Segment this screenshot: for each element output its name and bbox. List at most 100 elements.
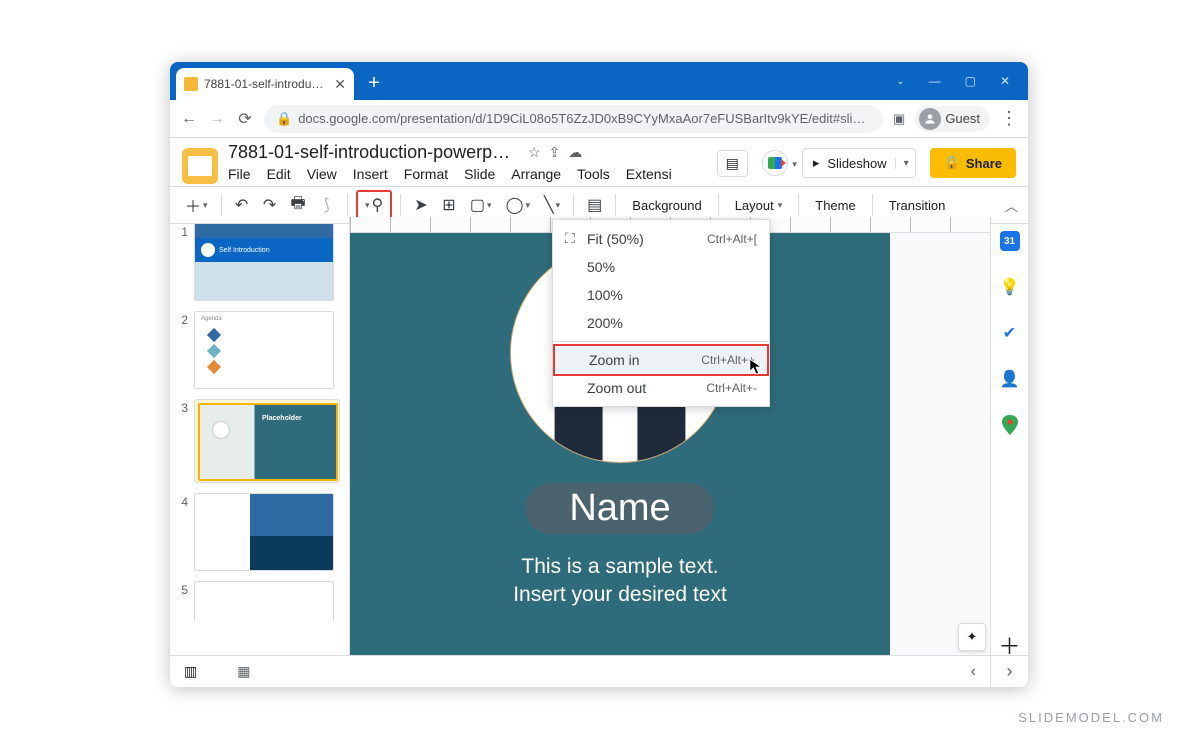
new-slide-button[interactable]: ＋ bbox=[180, 192, 213, 218]
zoom-menu-50[interactable]: 50% bbox=[553, 253, 769, 281]
menu-insert[interactable]: Insert bbox=[353, 166, 388, 182]
addons-button[interactable]: ＋ bbox=[1000, 635, 1020, 655]
zoom-menu-fit-label: Fit (50%) bbox=[587, 231, 644, 247]
window-close-button[interactable]: ✕ bbox=[1000, 74, 1010, 88]
line-button[interactable]: ╲ bbox=[539, 192, 565, 218]
document-title[interactable]: 7881-01-self-introduction-powerpoint... bbox=[228, 142, 518, 163]
image-button[interactable]: ▢ bbox=[465, 192, 497, 218]
add-comment-button[interactable]: ▤ bbox=[582, 192, 607, 218]
menu-extensions[interactable]: Extensi bbox=[626, 166, 672, 182]
contacts-icon[interactable]: 👤 bbox=[1000, 369, 1020, 389]
tasks-icon[interactable]: ✔ bbox=[1000, 323, 1020, 343]
zoom-button[interactable]: ⚲ bbox=[360, 192, 388, 218]
collapse-toolbar-icon[interactable]: ︿ bbox=[1005, 196, 1018, 215]
slide-thumbnail-4[interactable] bbox=[194, 493, 334, 571]
menu-tools[interactable]: Tools bbox=[577, 166, 610, 182]
slideshow-label: Slideshow bbox=[827, 156, 886, 171]
zoom-button-highlight: ⚲ bbox=[356, 190, 392, 220]
print-button[interactable]: 🖶 bbox=[286, 192, 311, 218]
sample-line-1: This is a sample text. bbox=[350, 553, 890, 581]
meet-button[interactable]: ▾ bbox=[762, 150, 788, 176]
zoom-menu-100[interactable]: 100% bbox=[553, 281, 769, 309]
tabsearch-button[interactable]: ⌄ bbox=[896, 76, 904, 87]
meet-icon bbox=[768, 157, 782, 169]
zoom-menu-fit[interactable]: ⛶ Fit (50%) Ctrl+Alt+[ bbox=[553, 224, 769, 253]
slide-thumbnail-1[interactable]: Self Introduction bbox=[194, 223, 334, 301]
zoom-menu-50-label: 50% bbox=[587, 259, 615, 275]
sidepanel-toggle-icon[interactable]: ▣ bbox=[893, 111, 905, 127]
nav-back-button[interactable]: ← bbox=[180, 110, 198, 128]
layout-button[interactable]: Layout bbox=[727, 192, 791, 218]
calendar-icon[interactable]: 31 bbox=[1000, 231, 1020, 251]
menu-edit[interactable]: Edit bbox=[267, 166, 291, 182]
zoom-menu-zoom-in[interactable]: Zoom in Ctrl+Alt++ bbox=[553, 344, 769, 376]
explore-button[interactable]: ✦ bbox=[958, 623, 986, 651]
share-label: Share bbox=[966, 156, 1002, 171]
profile-button[interactable]: Guest bbox=[915, 106, 990, 132]
thumb-number: 2 bbox=[178, 313, 188, 327]
zoom-dropdown-menu: ⛶ Fit (50%) Ctrl+Alt+[ 50% 100% 200% Zoo… bbox=[552, 219, 770, 407]
thumb-1-title: Self Introduction bbox=[219, 247, 270, 254]
menu-slide[interactable]: Slide bbox=[464, 166, 495, 182]
menu-view[interactable]: View bbox=[307, 166, 337, 182]
address-bar: ← → ⟳ 🔒 docs.google.com/presentation/d/1… bbox=[170, 100, 1028, 138]
thumb-number: 4 bbox=[178, 495, 188, 509]
keep-icon[interactable]: 💡 bbox=[1000, 277, 1020, 297]
thumb-number: 3 bbox=[178, 401, 188, 415]
slide-canvas-area: Name This is a sample text. Insert your … bbox=[350, 217, 990, 655]
theme-button[interactable]: Theme bbox=[807, 192, 863, 218]
shape-button[interactable]: ◯ bbox=[501, 192, 535, 218]
omnibox[interactable]: 🔒 docs.google.com/presentation/d/1D9CiL0… bbox=[264, 105, 883, 133]
slideshow-button[interactable]: ▸ Slideshow ▾ bbox=[802, 148, 916, 178]
menu-file[interactable]: File bbox=[228, 166, 251, 182]
thumb-number: 5 bbox=[178, 583, 188, 597]
sidepanel-collapse-button[interactable]: › bbox=[990, 655, 1028, 687]
cloud-status-icon[interactable]: ☁ bbox=[568, 144, 582, 161]
browser-tab[interactable]: 7881-01-self-introduction-powe ✕ bbox=[176, 68, 354, 100]
zoom-menu-zoom-in-label: Zoom in bbox=[589, 352, 640, 368]
slides-logo-icon[interactable] bbox=[182, 148, 218, 184]
textbox-button[interactable]: ⊞ bbox=[437, 192, 461, 218]
share-button[interactable]: 🔒 Share bbox=[930, 148, 1016, 178]
filmstrip-view-icon[interactable]: ▥ bbox=[184, 663, 197, 680]
tab-close-icon[interactable]: ✕ bbox=[334, 76, 346, 93]
slide-thumbnail-5[interactable] bbox=[194, 581, 334, 621]
grid-view-icon[interactable]: ▦ bbox=[237, 663, 250, 680]
sample-text[interactable]: This is a sample text. Insert your desir… bbox=[350, 553, 890, 610]
window-maximize-button[interactable]: ▢ bbox=[965, 74, 976, 88]
undo-button[interactable]: ↶ bbox=[230, 192, 254, 218]
menu-arrange[interactable]: Arrange bbox=[511, 166, 561, 182]
separator bbox=[400, 194, 401, 216]
comment-icon: ▤ bbox=[726, 155, 739, 172]
move-icon[interactable]: ⇪ bbox=[549, 144, 561, 161]
chrome-menu-button[interactable]: ⋮ bbox=[1000, 108, 1018, 129]
maps-icon[interactable] bbox=[1000, 415, 1020, 435]
new-tab-button[interactable]: + bbox=[360, 70, 388, 96]
paint-format-button[interactable]: ⟆ bbox=[315, 192, 339, 218]
separator bbox=[347, 194, 348, 216]
zoom-menu-fit-shortcut: Ctrl+Alt+[ bbox=[707, 232, 757, 246]
zoom-menu-200[interactable]: 200% bbox=[553, 309, 769, 337]
chevron-down-icon[interactable]: ▾ bbox=[895, 158, 909, 169]
slide-thumbnail-3-selected[interactable]: Placeholder bbox=[194, 399, 340, 483]
zoom-menu-zoom-out[interactable]: Zoom out Ctrl+Alt+- bbox=[553, 374, 769, 402]
slide-thumbnail-2[interactable]: Agenda bbox=[194, 311, 334, 389]
name-placeholder[interactable]: Name bbox=[525, 483, 714, 534]
profile-label: Guest bbox=[945, 111, 980, 126]
tab-favicon-icon bbox=[184, 77, 198, 91]
tab-title: 7881-01-self-introduction-powe bbox=[204, 77, 328, 91]
collapse-filmstrip-icon[interactable]: ‹ bbox=[971, 663, 976, 681]
menu-format[interactable]: Format bbox=[404, 166, 448, 182]
background-button[interactable]: Background bbox=[624, 192, 709, 218]
select-tool-button[interactable]: ➤ bbox=[409, 192, 433, 218]
comment-history-button[interactable]: ▤ bbox=[717, 150, 748, 177]
redo-button[interactable]: ↷ bbox=[258, 192, 282, 218]
nav-reload-button[interactable]: ⟳ bbox=[236, 109, 254, 129]
workspace: 1 Self Introduction 2 Agenda 3 bbox=[170, 217, 990, 655]
menu-bar: File Edit View Insert Format Slide Arran… bbox=[228, 166, 707, 182]
separator bbox=[872, 194, 873, 216]
nav-forward-button[interactable]: → bbox=[208, 110, 226, 128]
window-minimize-button[interactable]: — bbox=[929, 74, 941, 88]
transition-button[interactable]: Transition bbox=[881, 192, 954, 218]
star-icon[interactable]: ☆ bbox=[528, 144, 541, 161]
